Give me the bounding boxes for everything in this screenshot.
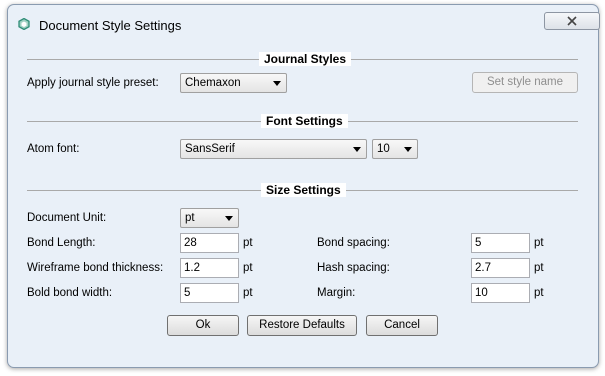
hash-spacing-label: Hash spacing:	[317, 262, 390, 274]
chevron-down-icon	[273, 81, 281, 86]
journal-section-title: Journal Styles	[259, 52, 352, 66]
chevron-down-icon	[353, 147, 361, 152]
hash-spacing-input[interactable]: 2.7	[471, 258, 530, 278]
wireframe-thickness-label: Wireframe bond thickness:	[27, 262, 164, 274]
wireframe-thickness-unit: pt	[243, 262, 253, 274]
wireframe-thickness-input[interactable]: 1.2	[180, 258, 239, 278]
size-section-title: Size Settings	[261, 183, 346, 197]
margin-label: Margin:	[317, 287, 356, 299]
hash-spacing-unit: pt	[534, 262, 544, 274]
bond-spacing-label: Bond spacing:	[317, 237, 390, 249]
font-section-title: Font Settings	[261, 114, 348, 128]
chemaxon-logo-icon	[18, 18, 30, 30]
font-size-select[interactable]: 10	[372, 139, 418, 159]
close-button[interactable]	[544, 12, 600, 30]
atom-font-select[interactable]: SansSerif	[180, 139, 367, 159]
bond-length-input[interactable]: 28	[180, 233, 239, 253]
margin-unit: pt	[534, 287, 544, 299]
bold-bond-width-input[interactable]: 5	[180, 283, 239, 303]
document-unit-select[interactable]: pt	[180, 208, 239, 228]
bond-length-unit: pt	[243, 237, 253, 249]
restore-defaults-button[interactable]: Restore Defaults	[247, 315, 357, 336]
cancel-button[interactable]: Cancel	[366, 315, 438, 336]
bond-spacing-unit: pt	[534, 237, 544, 249]
bond-spacing-input[interactable]: 5	[471, 233, 530, 253]
atom-font-label: Atom font:	[27, 143, 80, 155]
close-icon	[567, 16, 577, 26]
window-title: Document Style Settings	[39, 18, 182, 33]
bold-bond-width-label: Bold bond width:	[27, 287, 113, 299]
document-unit-value: pt	[185, 212, 195, 224]
atom-font-value: SansSerif	[185, 143, 235, 155]
bond-length-label: Bond Length:	[27, 237, 96, 249]
preset-select-value: Chemaxon	[185, 77, 241, 89]
preset-label: Apply journal style preset:	[27, 77, 159, 89]
font-size-value: 10	[377, 143, 390, 155]
ok-button[interactable]: Ok	[167, 315, 239, 336]
chevron-down-icon	[404, 147, 412, 152]
title-bar[interactable]: Document Style Settings	[8, 5, 600, 37]
margin-input[interactable]: 10	[471, 283, 530, 303]
preset-select[interactable]: Chemaxon	[180, 73, 287, 93]
set-style-name-button[interactable]: Set style name	[472, 72, 578, 93]
bold-bond-width-unit: pt	[243, 287, 253, 299]
document-unit-label: Document Unit:	[27, 212, 107, 224]
chevron-down-icon	[225, 216, 233, 221]
